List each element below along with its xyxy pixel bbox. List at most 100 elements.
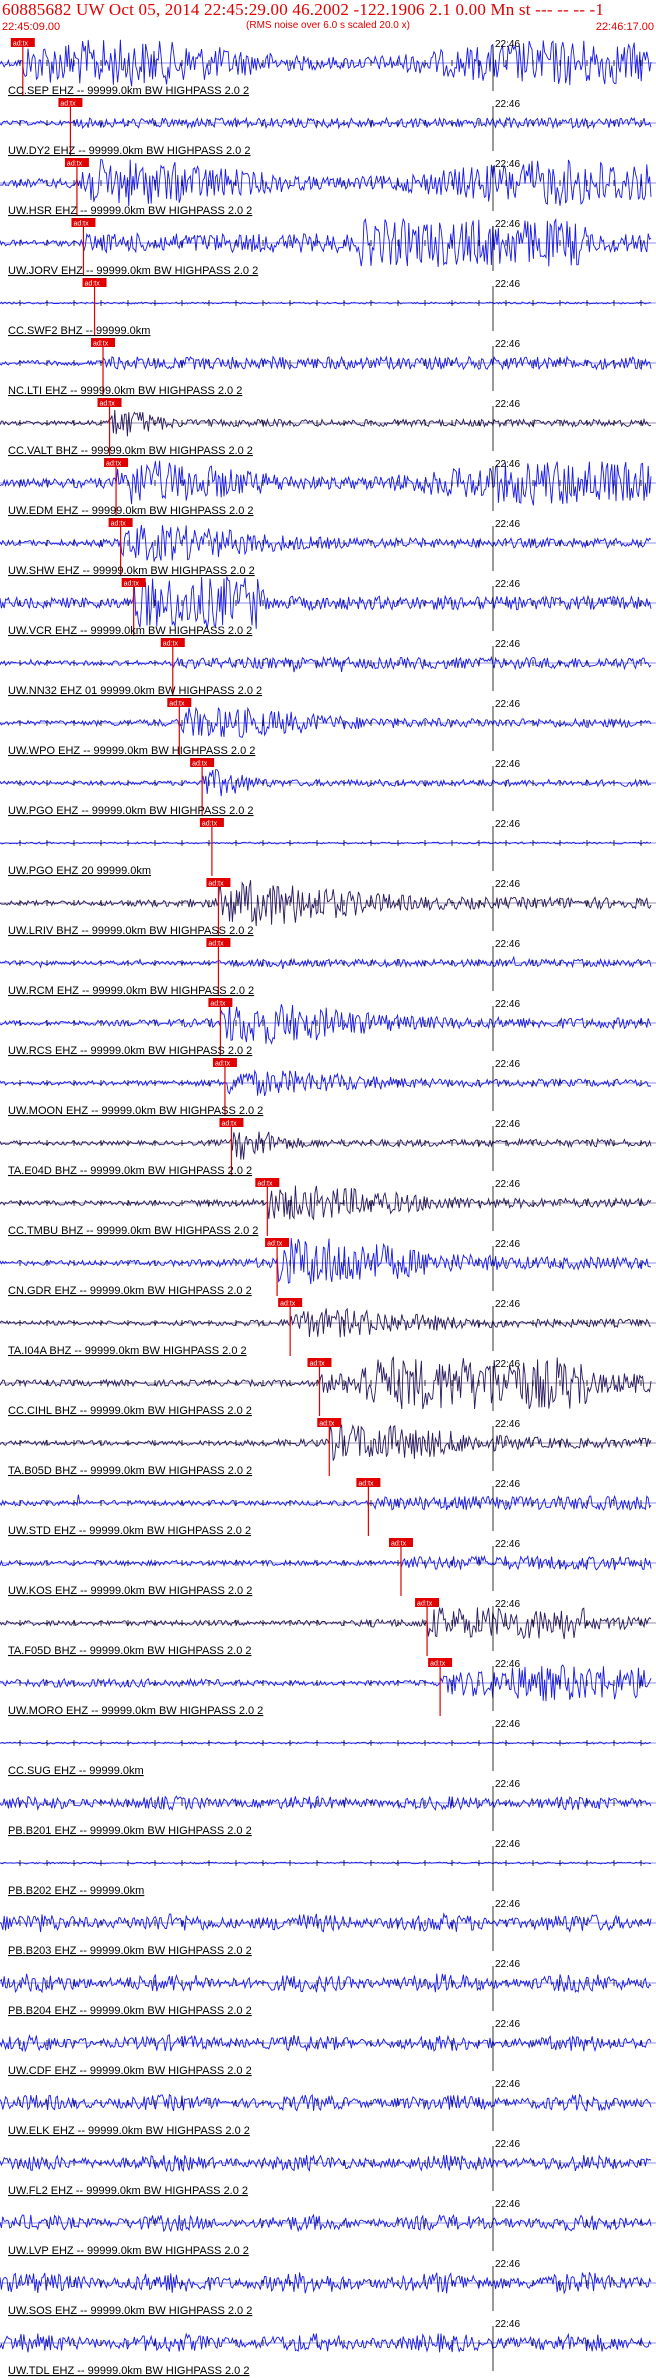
minute-label: 22:46: [495, 999, 520, 1010]
station-label: CC.SUG EHZ -- 99999.0km: [8, 1765, 144, 1777]
station-label: UW.VCR EHZ -- 99999.0km BW HIGHPASS 2.0 …: [8, 625, 252, 637]
station-label: CC.VALT BHZ -- 99999.0km BW HIGHPASS 2.0…: [8, 445, 253, 457]
station-label: TA.B05D BHZ -- 99999.0km BW HIGHPASS 2.0…: [8, 1465, 252, 1477]
pick-flag-label: ad:tx: [280, 1301, 296, 1308]
station-label: UW.LVP EHZ -- 99999.0km BW HIGHPASS 2.0 …: [8, 2245, 249, 2257]
station-label: UW.PGO EHZ 20 99999.0km: [8, 865, 151, 877]
station-label: UW.FL2 EHZ -- 99999.0km BW HIGHPASS 2.0 …: [8, 2185, 248, 2197]
minute-label: 22:46: [495, 819, 520, 830]
station-label: UW.MOON EHZ -- 99999.0km BW HIGHPASS 2.0…: [8, 1105, 263, 1117]
station-label: UW.MORO EHZ -- 99999.0km BW HIGHPASS 2.0…: [8, 1705, 263, 1717]
minute-label: 22:46: [495, 1179, 520, 1190]
station-label: CC.SEP EHZ -- 99999.0km BW HIGHPASS 2.0 …: [8, 85, 249, 97]
pick-flag-label: ad:tx: [163, 641, 179, 648]
minute-label: 22:46: [495, 1059, 520, 1070]
station-label: UW.NN32 EHZ 01 99999.0km BW HIGHPASS 2.0…: [8, 685, 262, 697]
waveform-trace: [0, 655, 652, 673]
noise-subtitle: (RMS noise over 6.0 s scaled 20.0 x): [246, 20, 410, 31]
pick-flag-label: ad:tx: [309, 1361, 325, 1368]
pick-flag-label: ad:tx: [417, 1601, 433, 1608]
station-label: PB.B201 EHZ -- 99999.0km BW HIGHPASS 2.0…: [8, 1825, 252, 1837]
station-label: NC.LTI EHZ -- 99999.0km BW HIGHPASS 2.0 …: [8, 385, 242, 397]
minute-label: 22:46: [495, 2319, 520, 2330]
minute-label: 22:46: [495, 339, 520, 350]
minute-label: 22:46: [495, 159, 520, 170]
minute-label: 22:46: [495, 279, 520, 290]
pick-flag-label: ad:tx: [192, 761, 208, 768]
station-label: TA.F05D BHZ -- 99999.0km BW HIGHPASS 2.0…: [8, 1645, 252, 1657]
pick-flag-label: ad:tx: [391, 1541, 407, 1548]
pick-flag-label: ad:tx: [257, 1181, 273, 1188]
waveform-trace: [0, 1003, 652, 1045]
station-label: PB.B203 EHZ -- 99999.0km BW HIGHPASS 2.0…: [8, 1945, 252, 1957]
minute-label: 22:46: [495, 459, 520, 470]
pick-flag-label: ad:tx: [208, 941, 224, 948]
minute-label: 22:46: [495, 1719, 520, 1730]
minute-label: 22:46: [495, 759, 520, 770]
pick-flag-label: ad:tx: [106, 461, 122, 468]
pick-flag-label: ad:tx: [169, 701, 185, 708]
station-label: CC.TMBU BHZ -- 99999.0km BW HIGHPASS 2.0…: [8, 1225, 258, 1237]
station-label: UW.SHW EHZ -- 99999.0km BW HIGHPASS 2.0 …: [8, 565, 255, 577]
minute-label: 22:46: [495, 2079, 520, 2090]
pick-flag-label: ad:tx: [73, 221, 89, 228]
minute-label: 22:46: [495, 1239, 520, 1250]
station-label: UW.HSR EHZ -- 99999.0km BW HIGHPASS 2.0 …: [8, 205, 252, 217]
minute-label: 22:46: [495, 219, 520, 230]
waveform-trace: [0, 1494, 652, 1511]
minute-label: 22:46: [495, 99, 520, 110]
waveform-trace: [0, 1424, 652, 1461]
station-label: UW.EDM EHZ -- 99999.0km BW HIGHPASS 2.0 …: [8, 505, 254, 517]
pick-flag-label: ad:tx: [100, 401, 116, 408]
minute-label: 22:46: [495, 879, 520, 890]
minute-label: 22:46: [495, 2259, 520, 2270]
station-label: UW.DY2 EHZ -- 99999.0km BW HIGHPASS 2.0 …: [8, 145, 250, 157]
waveform-trace: [0, 1131, 652, 1160]
start-time: 22:45:09.00: [2, 21, 61, 33]
station-label: UW.TDL EHZ -- 99999.0km BW HIGHPASS 2.0 …: [8, 2365, 249, 2377]
pick-flag-label: ad:tx: [215, 1061, 231, 1068]
station-label: UW.ELK EHZ -- 99999.0km BW HIGHPASS 2.0 …: [8, 2125, 250, 2137]
pick-flag-label: ad:tx: [93, 341, 109, 348]
station-label: UW.CDF EHZ -- 99999.0km BW HIGHPASS 2.0 …: [8, 2065, 252, 2077]
minute-label: 22:46: [495, 2139, 520, 2150]
station-label: UW.RCM EHZ -- 99999.0km BW HIGHPASS 2.0 …: [8, 985, 254, 997]
station-label: UW.JORV EHZ -- 99999.0km BW HIGHPASS 2.0…: [8, 265, 258, 277]
station-label: CN.GDR EHZ -- 99999.0km BW HIGHPASS 2.0 …: [8, 1285, 252, 1297]
pick-flag-label: ad:tx: [319, 1421, 335, 1428]
minute-label: 22:46: [495, 1779, 520, 1790]
minute-label: 22:46: [495, 399, 520, 410]
pick-flag-label: ad:tx: [85, 281, 101, 288]
record-header: 60885682 UW Oct 05, 2014 22:45:29.00 46.…: [0, 0, 656, 40]
minute-label: 22:46: [495, 1899, 520, 1910]
minute-label: 22:46: [495, 579, 520, 590]
minute-label: 22:46: [495, 1119, 520, 1130]
pick-flag-label: ad:tx: [13, 41, 29, 48]
pick-flag-label: ad:tx: [430, 1661, 446, 1668]
station-label: UW.PGO EHZ -- 99999.0km BW HIGHPASS 2.0 …: [8, 805, 254, 817]
minute-label: 22:46: [495, 939, 520, 950]
pick-flag-label: ad:tx: [221, 1121, 237, 1128]
station-label: PB.B204 EHZ -- 99999.0km BW HIGHPASS 2.0…: [8, 2005, 252, 2017]
minute-label: 22:46: [495, 1839, 520, 1850]
station-label: CC.SWF2 BHZ -- 99999.0km: [8, 325, 150, 337]
pick-flag-label: ad:tx: [60, 101, 76, 108]
seismogram-plot: 22:46 ad:tx CC.SEP EHZ -- 99999.0km BW HIG…: [0, 38, 656, 2377]
minute-label: 22:46: [495, 2019, 520, 2030]
event-title: 60885682 UW Oct 05, 2014 22:45:29.00 46.…: [2, 0, 605, 19]
minute-label: 22:46: [495, 1959, 520, 1970]
end-time: 22:46:17.00: [595, 21, 654, 33]
minute-label: 22:46: [495, 699, 520, 710]
minute-label: 22:46: [495, 39, 520, 50]
station-label: PB.B202 EHZ -- 99999.0km: [8, 1885, 144, 1897]
station-label: UW.SOS EHZ -- 99999.0km BW HIGHPASS 2.0 …: [8, 2305, 252, 2317]
station-label: UW.WPO EHZ -- 99999.0km BW HIGHPASS 2.0 …: [8, 745, 255, 757]
minute-label: 22:46: [495, 1479, 520, 1490]
station-label: UW.LRIV BHZ -- 99999.0km BW HIGHPASS 2.0…: [8, 925, 254, 937]
station-label: UW.STD EHZ -- 99999.0km BW HIGHPASS 2.0 …: [8, 1525, 251, 1537]
pick-flag-label: ad:tx: [208, 881, 224, 888]
pick-flag-label: ad:tx: [210, 1001, 226, 1008]
minute-label: 22:46: [495, 1599, 520, 1610]
station-label: TA.I04A BHZ -- 99999.0km BW HIGHPASS 2.0…: [8, 1345, 247, 1357]
pick-flag-label: ad:tx: [124, 581, 140, 588]
